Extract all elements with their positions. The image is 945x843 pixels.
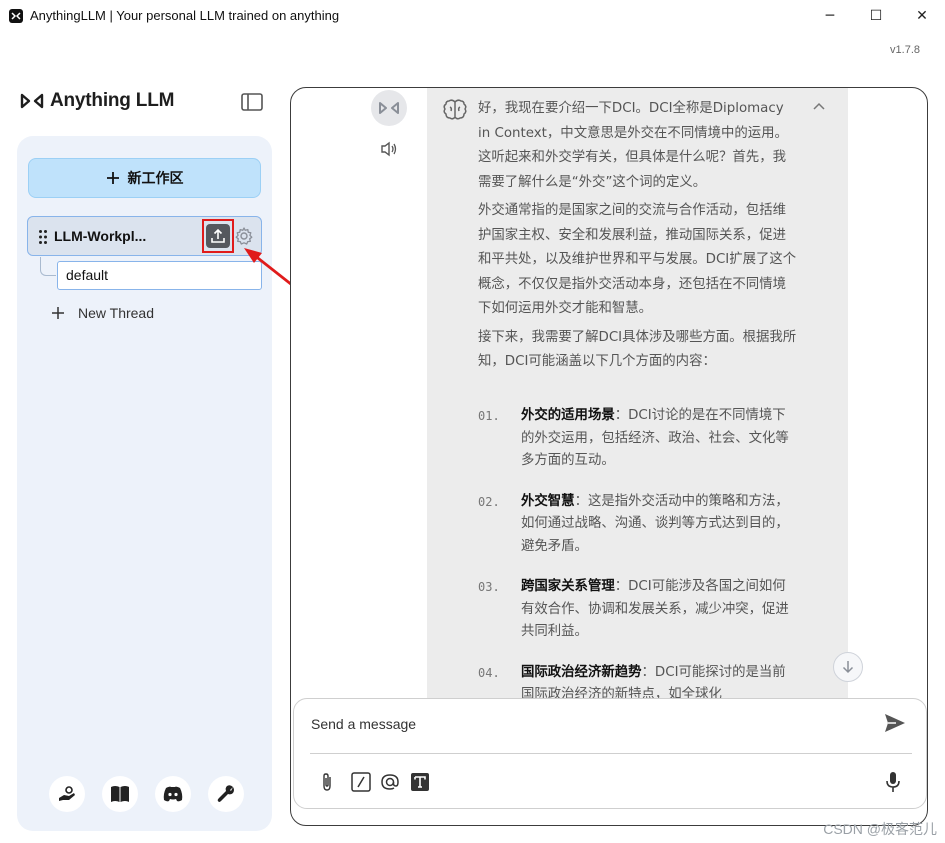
attach-button[interactable] [316, 771, 338, 793]
close-icon: ✕ [916, 8, 928, 24]
new-thread-button[interactable]: New Thread [52, 305, 154, 321]
arrow-down-icon [842, 661, 854, 674]
minimize-button[interactable]: ─ [807, 0, 853, 32]
list-item: 03. 跨国家关系管理：DCI可能涉及各国之间如何有效合作、协调和发展关系，减少冲… [478, 576, 798, 644]
slash-command-icon [351, 772, 371, 792]
assistant-thinking-block: 好，我现在要介绍一下DCI。DCI全称是Diplomacy in Context… [427, 88, 848, 702]
slash-command-button[interactable] [350, 771, 372, 793]
list-item: 02. 外交智慧：这是指外交活动中的策略和方法，如何通过战略、沟通、谈判等方式达到… [478, 491, 798, 559]
text-format-icon [411, 773, 429, 791]
sidebar-footer [49, 776, 244, 812]
message-list: 01. 外交的适用场景：DCI讨论的是在不同情境下的外交运用，包括经济、政治、社会… [478, 405, 798, 725]
assistant-avatar [371, 90, 407, 126]
list-number: 01. [478, 409, 500, 423]
microphone-button[interactable] [882, 771, 904, 793]
brain-icon [443, 99, 467, 120]
brand-name: Anything LLM [50, 90, 175, 111]
at-sign-icon [381, 774, 399, 790]
composer-divider [310, 753, 912, 754]
watermark: CSDN @极客范儿 [823, 821, 937, 837]
thread-item-default[interactable]: default [57, 261, 262, 290]
settings-wrench-icon [217, 785, 234, 802]
scroll-to-bottom-button[interactable] [833, 652, 863, 682]
list-number: 03. [478, 580, 500, 594]
text-size-button[interactable] [409, 771, 431, 793]
anythingllm-logo-icon [379, 102, 399, 114]
upload-icon [211, 228, 225, 243]
community-hub-icon [59, 786, 75, 801]
settings-button[interactable] [208, 776, 244, 812]
speaker-icon[interactable] [380, 141, 398, 157]
community-hub-button[interactable] [49, 776, 85, 812]
list-number: 04. [478, 665, 500, 680]
paperclip-icon [323, 773, 331, 791]
workspace-name: LLM-Workpl... [54, 228, 147, 244]
window-title: AnythingLLM | Your personal LLM trained … [30, 8, 340, 23]
docs-button[interactable] [102, 776, 138, 812]
minimize-icon: ─ [825, 8, 835, 24]
upload-document-button[interactable] [202, 219, 234, 253]
list-item-title: 国际政治经济新趋势 [521, 664, 642, 680]
app-logo-icon [9, 9, 23, 23]
list-item-title: 外交智慧 [521, 493, 575, 509]
list-item-title: 外交的适用场景 [521, 408, 615, 423]
discord-button[interactable] [155, 776, 191, 812]
maximize-button[interactable]: ☐ [853, 0, 899, 32]
thread-tree-connector [40, 257, 56, 276]
version-label: v1.7.8 [890, 44, 920, 56]
chat-panel: 好，我现在要介绍一下DCI。DCI全称是Diplomacy in Context… [290, 87, 928, 826]
new-workspace-button[interactable]: 新工作区 [28, 158, 261, 198]
send-icon[interactable] [884, 713, 906, 733]
list-number: 02. [478, 494, 500, 509]
new-workspace-label: 新工作区 [127, 171, 184, 187]
new-thread-label: New Thread [78, 305, 155, 321]
close-button[interactable]: ✕ [899, 0, 945, 32]
anythingllm-logo-icon [20, 93, 44, 109]
brand-logo: Anything LLM [20, 90, 174, 112]
drag-handle-icon[interactable] [38, 229, 48, 245]
plus-icon [52, 307, 64, 319]
gear-icon[interactable] [234, 226, 254, 246]
chevron-up-icon[interactable] [813, 102, 825, 110]
message-composer [293, 698, 927, 809]
message-text: 好，我现在要介绍一下DCI。DCI全称是Diplomacy in Context… [478, 97, 798, 379]
microphone-icon [886, 772, 900, 792]
maximize-icon: ☐ [869, 8, 883, 24]
list-item-title: 跨国家关系管理 [521, 579, 615, 594]
sidebar-toggle-icon[interactable] [241, 93, 263, 111]
message-paragraph: 好，我现在要介绍一下DCI。DCI全称是Diplomacy in Context… [478, 101, 788, 190]
plus-icon [106, 172, 119, 184]
message-input[interactable] [311, 712, 851, 736]
workspace-item[interactable]: LLM-Workpl... [27, 216, 262, 256]
title-bar: AnythingLLM | Your personal LLM trained … [0, 0, 945, 32]
message-paragraph: 外交通常指的是国家之间的交流与合作活动，包括维护国家主权、安全和发展利益，推动国… [478, 203, 797, 316]
docs-book-icon [111, 786, 129, 802]
message-paragraph: 接下来，我需要了解DCI具体涉及哪些方面。根据我所知，DCI可能涵盖以下几个方面… [478, 329, 797, 370]
mention-agent-button[interactable] [379, 771, 401, 793]
list-item: 01. 外交的适用场景：DCI讨论的是在不同情境下的外交运用，包括经济、政治、社会… [478, 405, 798, 473]
discord-icon [163, 786, 183, 802]
